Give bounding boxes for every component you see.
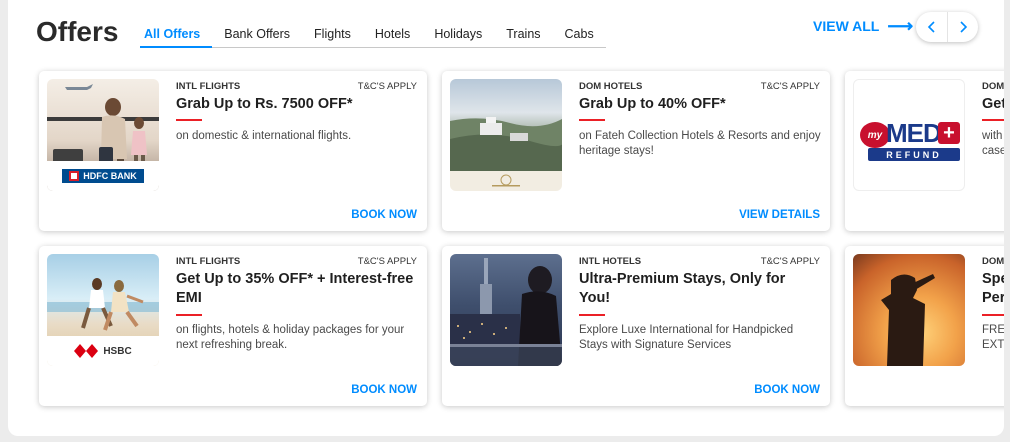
offer-thumbnail: my MED + REFUND [853,79,965,191]
headline-divider [579,314,605,316]
offer-category: DOM [982,81,1004,92]
tnc-label: T&C'S APPLY [760,81,820,92]
tab-cabs[interactable]: Cabs [553,26,606,47]
offer-headline: Get Up to 35% OFF* + Interest-free EMI [176,271,414,306]
tab-trains[interactable]: Trains [494,26,552,47]
hsbc-hexagon-icon [74,344,99,358]
tab-hotels[interactable]: Hotels [363,26,422,47]
bank-badge: HSBC [47,336,159,366]
offer-thumbnail [450,254,562,366]
hsbc-logo: HSBC [74,344,132,358]
tab-all-offers[interactable]: All Offers [140,26,213,48]
offer-description: on flights, hotels & holiday packages fo… [176,324,405,351]
bank-label: HDFC BANK [83,171,137,181]
tab-bank-offers[interactable]: Bank Offers [212,26,302,47]
offer-headline: Ultra-Premium Stays, Only for You! [579,271,786,306]
headline-divider [176,314,202,316]
offer-thumbnail: HSBC [47,254,159,366]
offer-tabs: All Offers Bank Offers Flights Hotels Ho… [140,26,606,48]
hdfc-logo: HDFC BANK [62,169,144,183]
tab-flights[interactable]: Flights [302,26,363,47]
offer-thumbnail [450,79,562,191]
section-title: Offers [36,16,119,47]
offer-headline: Grab Up to 40% OFF* [579,96,726,112]
bank-badge: HDFC BANK [47,161,159,191]
offer-thumbnail [853,254,965,366]
chevron-left-icon[interactable] [916,12,947,42]
offer-headline: Get [982,96,1004,112]
tnc-label: T&C'S APPLY [760,256,820,267]
offer-thumbnail: HDFC BANK [47,79,159,191]
offer-description: on Fateh Collection Hotels & Resorts and… [579,130,821,157]
view-details-button[interactable]: VIEW DETAILS [739,209,820,221]
offer-card[interactable]: HSBC INTL FLIGHTS T&C'S APPLY Get Up to … [39,246,427,406]
offer-description: FRE EXT [982,324,1004,351]
view-all-label: VIEW ALL [813,18,880,34]
book-now-button[interactable]: BOOK NOW [351,209,417,221]
offer-card[interactable]: INTL HOTELS T&C'S APPLY Ultra-Premium St… [442,246,830,406]
offer-headline: Grab Up to Rs. 7500 OFF* [176,96,353,112]
offer-card[interactable]: DOM HOTELS T&C'S APPLY Grab Up to 40% OF… [442,71,830,231]
tnc-label: T&C'S APPLY [357,256,417,267]
offer-category: INTL FLIGHTS [176,256,241,267]
offer-card[interactable]: my MED + REFUND DOM Get with case [845,71,1004,231]
offer-description: Explore Luxe International for Handpicke… [579,324,794,351]
arrow-right-icon: ⟶ [887,16,914,36]
headline-divider [982,119,1004,121]
hdfc-mark-icon [69,171,80,181]
offer-headline: Spe Per [982,271,1004,306]
refund-label: REFUND [868,148,960,161]
offer-category: DOM [982,256,1004,267]
tnc-label: T&C'S APPLY [357,81,417,92]
carousel-nav [916,12,978,42]
headline-divider [982,314,1004,316]
medplus-logo: my MED + REFUND [860,118,960,162]
book-now-button[interactable]: BOOK NOW [754,384,820,396]
plus-icon: + [938,122,960,144]
view-all-link[interactable]: VIEW ALL ⟶ [813,16,914,36]
medplus-wordmark: MED [886,118,942,148]
tab-holidays[interactable]: Holidays [422,26,494,47]
offer-category: DOM HOTELS [579,81,643,92]
offer-category: INTL FLIGHTS [176,81,241,92]
headline-divider [579,119,605,121]
chevron-right-icon[interactable] [947,12,978,42]
offer-card[interactable]: DOM Spe Per FRE EXT [845,246,1004,406]
bank-label: HSBC [103,345,132,357]
offer-description: on domestic & international flights. [176,130,352,142]
offers-panel: Offers All Offers Bank Offers Flights Ho… [8,0,1004,436]
offer-category: INTL HOTELS [579,256,642,267]
offer-description: with case [982,130,1004,157]
offer-card[interactable]: HDFC BANK INTL FLIGHTS T&C'S APPLY Grab … [39,71,427,231]
book-now-button[interactable]: BOOK NOW [351,384,417,396]
headline-divider [176,119,202,121]
